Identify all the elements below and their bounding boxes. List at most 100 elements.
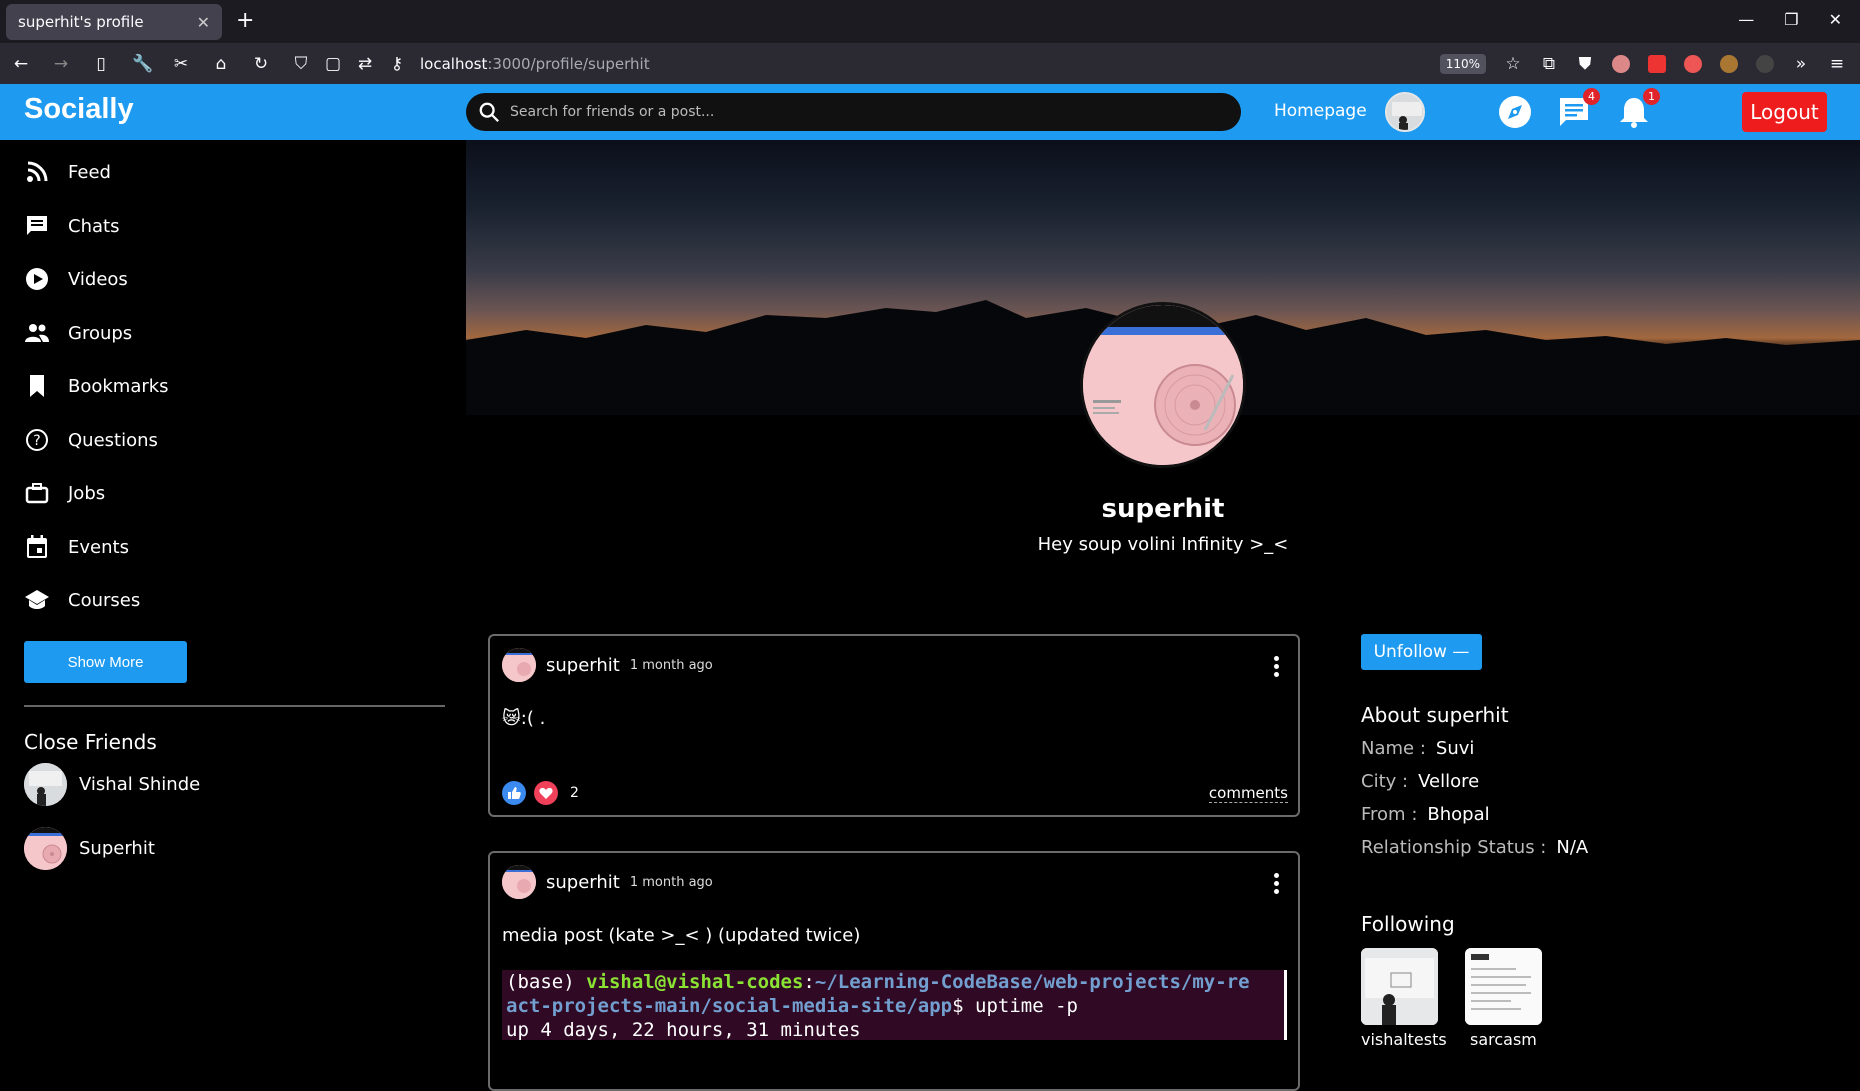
following-name[interactable]: vishaltests <box>1361 1030 1447 1049</box>
close-tab-icon[interactable]: ✕ <box>197 13 210 32</box>
url-bar[interactable]: ⛉ ▢ ⇄ ⚷ localhost:3000/profile/superhit <box>292 54 650 74</box>
shield-icon: ⛉ <box>294 53 308 74</box>
extension-2-icon[interactable] <box>1648 54 1666 73</box>
url-host: localhost <box>420 54 488 73</box>
play-icon <box>24 266 50 292</box>
chat-icon <box>24 213 50 239</box>
sidebar-item-bookmarks[interactable]: Bookmarks <box>24 371 169 401</box>
url-path: :3000/profile/superhit <box>487 54 650 73</box>
sidebar-item-videos[interactable]: Videos <box>24 264 128 294</box>
post-timestamp: 1 month ago <box>629 874 713 890</box>
school-icon <box>24 587 50 613</box>
post-text: media post (kate >_< ) (updated twice) <box>502 925 861 946</box>
like-icon[interactable] <box>502 781 526 805</box>
permissions-icon: ⇄ <box>357 53 373 74</box>
close-friend-item[interactable]: Vishal Shinde <box>24 763 200 806</box>
sidebar-item-events[interactable]: Events <box>24 532 129 562</box>
groups-icon <box>24 320 50 346</box>
profile-bio: Hey soup volini Infinity >_< <box>1037 534 1289 555</box>
extension-5-icon[interactable] <box>1756 54 1774 73</box>
left-sidebar: Feed Chats Videos Groups Bookmarks ? Que… <box>0 140 466 1052</box>
avatar[interactable] <box>502 648 536 682</box>
overflow-icon[interactable]: » <box>1792 54 1810 74</box>
reload-icon[interactable]: ↻ <box>252 54 270 74</box>
browser-tab[interactable]: superhit's profile ✕ <box>6 4 222 40</box>
post-text: 😿:( . <box>502 708 546 729</box>
url-text[interactable]: localhost:3000/profile/superhit <box>420 55 650 73</box>
profile-picture[interactable] <box>1080 302 1246 468</box>
post-options-icon[interactable] <box>1274 873 1280 894</box>
info-row-name: Name : Suvi <box>1361 738 1475 759</box>
info-row-relationship: Relationship Status : N/A <box>1361 837 1589 858</box>
key-icon: ⚷ <box>390 53 404 74</box>
close-friend-item[interactable]: Superhit <box>24 827 155 870</box>
info-row-from: From : Bhopal <box>1361 804 1490 825</box>
avatar[interactable] <box>502 865 536 899</box>
extensions-icon[interactable]: ⧉ <box>1540 54 1558 74</box>
extension-3-icon[interactable] <box>1684 54 1702 73</box>
restore-icon[interactable]: ❐ <box>1784 10 1798 29</box>
zoom-level[interactable]: 110% <box>1439 53 1486 74</box>
app-header: Socially Homepage 4 1 Logout <box>0 84 1860 140</box>
sidebar-item-chats[interactable]: Chats <box>24 211 119 241</box>
screenshot-icon[interactable]: ✂ <box>172 54 190 74</box>
avatar <box>24 827 67 870</box>
sidebar-divider <box>24 705 445 707</box>
sidebar-item-courses[interactable]: Courses <box>24 585 140 615</box>
browser-navbar: ← → ▯ 🔧 ✂ ⌂ ↻ ⛉ ▢ ⇄ ⚷ localhost:3000/pro… <box>0 43 1860 84</box>
following-avatar[interactable] <box>1361 948 1438 1025</box>
terminal-line: (base) vishal@vishal-codes:~/Learning-Co… <box>506 971 1250 993</box>
bookmark-icon <box>24 373 50 399</box>
post-username[interactable]: superhit <box>546 655 620 676</box>
post-options-icon[interactable] <box>1274 656 1280 677</box>
search-input[interactable] <box>510 104 1210 120</box>
back-icon[interactable]: ← <box>12 54 30 74</box>
post-header: superhit 1 month ago <box>502 865 713 899</box>
menu-icon[interactable]: ≡ <box>1828 54 1846 74</box>
messages-badge: 4 <box>1583 88 1600 105</box>
home-icon[interactable]: ⌂ <box>212 54 230 74</box>
new-tab-icon[interactable]: + <box>236 8 254 33</box>
comments-link[interactable]: comments <box>1208 784 1288 803</box>
search-bar[interactable] <box>466 93 1241 131</box>
pocket-icon[interactable]: ⛊ <box>1576 54 1594 74</box>
logout-button[interactable]: Logout <box>1742 92 1827 132</box>
post-username[interactable]: superhit <box>546 872 620 893</box>
heart-icon[interactable] <box>534 781 558 805</box>
homepage-link[interactable]: Homepage <box>1274 101 1367 121</box>
extension-1-icon[interactable] <box>1612 54 1630 73</box>
tools-icon[interactable]: 🔧 <box>132 54 153 74</box>
about-title: About superhit <box>1361 703 1509 727</box>
following-name[interactable]: sarcasm <box>1470 1030 1537 1049</box>
following-title: Following <box>1361 912 1455 936</box>
forward-icon[interactable]: → <box>52 54 70 74</box>
browser-tabbar: superhit's profile ✕ + — ❐ ✕ <box>0 0 1860 43</box>
tab-title: superhit's profile <box>18 13 144 31</box>
sidebar-icon[interactable]: ▯ <box>92 54 110 74</box>
post-media-image[interactable]: (base) vishal@vishal-codes:~/Learning-Co… <box>502 970 1287 1040</box>
sidebar-item-label: Courses <box>68 589 141 611</box>
sidebar-item-feed[interactable]: Feed <box>24 157 111 187</box>
app-logo[interactable]: Socially <box>24 93 134 126</box>
close-window-icon[interactable]: ✕ <box>1829 10 1842 29</box>
extension-4-icon[interactable] <box>1720 54 1738 73</box>
header-avatar[interactable] <box>1385 92 1425 132</box>
info-row-city: City : Vellore <box>1361 771 1480 792</box>
terminal-line: act-projects-main/social-media-site/app$… <box>506 995 1078 1017</box>
sidebar-item-label: Bookmarks <box>68 375 169 397</box>
following-avatar[interactable] <box>1465 948 1542 1025</box>
messages-icon[interactable]: 4 <box>1556 88 1600 130</box>
explore-icon[interactable] <box>1497 94 1533 130</box>
svg-text:?: ? <box>33 433 40 449</box>
sidebar-item-groups[interactable]: Groups <box>24 318 132 348</box>
search-icon <box>479 102 499 122</box>
minimize-icon[interactable]: — <box>1738 10 1754 29</box>
sidebar-item-label: Questions <box>68 429 158 451</box>
show-more-button[interactable]: Show More <box>24 641 187 683</box>
unfollow-button[interactable]: Unfollow — <box>1361 634 1482 670</box>
bookmark-star-icon[interactable]: ☆ <box>1504 54 1522 74</box>
sidebar-item-questions[interactable]: ? Questions <box>24 425 158 455</box>
notifications-icon[interactable]: 1 <box>1616 88 1660 130</box>
close-friends-title: Close Friends <box>24 730 157 754</box>
post-header: superhit 1 month ago <box>502 648 713 682</box>
